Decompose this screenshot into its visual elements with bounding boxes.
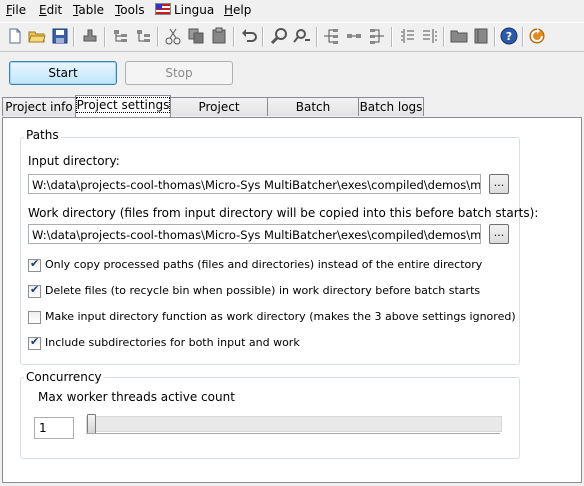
option-label: Include subdirectories for both input an… [45,336,300,349]
max-threads-input[interactable]: 1 [34,417,74,439]
menu-bar: File Edit Table Tools Lingua Help [0,0,584,21]
copy-icon[interactable] [187,27,205,45]
input-directory-field[interactable]: W:\data\projects-cool-thomas\Micro-Sys M… [28,174,481,194]
tree-expand-icon[interactable] [345,27,363,45]
paste-icon[interactable] [210,27,228,45]
outdent-icon[interactable] [398,27,416,45]
checkbox[interactable] [28,311,41,324]
checkbox[interactable] [28,257,41,272]
folder-icon[interactable] [450,27,468,45]
concurrency-group-title: Concurrency [24,370,104,384]
open-folder-icon[interactable] [28,27,46,45]
input-directory-browse-button[interactable]: ... [489,174,509,194]
input-directory-label: Input directory: [28,154,120,168]
menu-lingua[interactable]: Lingua [155,3,214,17]
checkbox[interactable] [28,335,41,350]
menu-file[interactable]: File [6,3,26,17]
tab-project-settings[interactable]: Project settings [75,95,171,117]
notebook-icon[interactable] [472,27,490,45]
tree-right-icon[interactable] [368,27,386,45]
max-threads-slider[interactable] [86,414,502,434]
find-icon[interactable] [270,27,288,45]
tree-left-icon[interactable] [322,27,340,45]
option-label: Delete files (to recycle bin when possib… [45,284,481,297]
stamp-icon[interactable] [81,27,99,45]
menu-tools[interactable]: Tools [115,3,145,17]
option-label: Only copy processed paths (files and dir… [45,258,483,271]
work-directory-label: Work directory (files from input directo… [28,206,539,220]
menu-table[interactable]: Table [73,3,104,17]
menu-help[interactable]: Help [224,3,251,17]
work-directory-field[interactable]: W:\data\projects-cool-thomas\Micro-Sys M… [28,224,481,244]
work-directory-browse-button[interactable]: ... [489,224,509,244]
max-threads-label: Max worker threads active count [38,390,235,404]
us-flag-icon [155,3,171,15]
tab-batch-progress[interactable]: Batch progress [267,97,359,132]
copy-tree-icon[interactable] [112,27,130,45]
option-label: Make input directory function as work di… [45,310,516,323]
paste-tree-icon[interactable] [135,27,153,45]
checkbox[interactable] [28,283,41,298]
cut-icon[interactable] [164,27,182,45]
save-icon[interactable] [51,27,69,45]
paths-group [20,137,520,365]
toolbar: ? [0,22,584,52]
help-icon[interactable]: ? [500,27,518,45]
menu-edit[interactable]: Edit [39,3,62,17]
find-replace-icon[interactable] [293,27,311,45]
undo-icon[interactable] [240,27,258,45]
tab-project-modules[interactable]: Project modules [170,97,268,132]
indent-icon[interactable] [421,27,439,45]
svg-text:?: ? [506,30,512,43]
new-file-icon[interactable] [6,27,24,45]
paths-group-title: Paths [24,128,61,142]
stop-button[interactable]: Stop [125,61,233,85]
slider-ticks [86,433,500,439]
start-button[interactable]: Start [9,61,117,85]
slider-thumb[interactable] [87,414,96,434]
tab-project-info[interactable]: Project info [2,97,76,116]
refresh-icon[interactable] [528,27,546,45]
tab-batch-logs[interactable]: Batch logs [358,97,424,116]
